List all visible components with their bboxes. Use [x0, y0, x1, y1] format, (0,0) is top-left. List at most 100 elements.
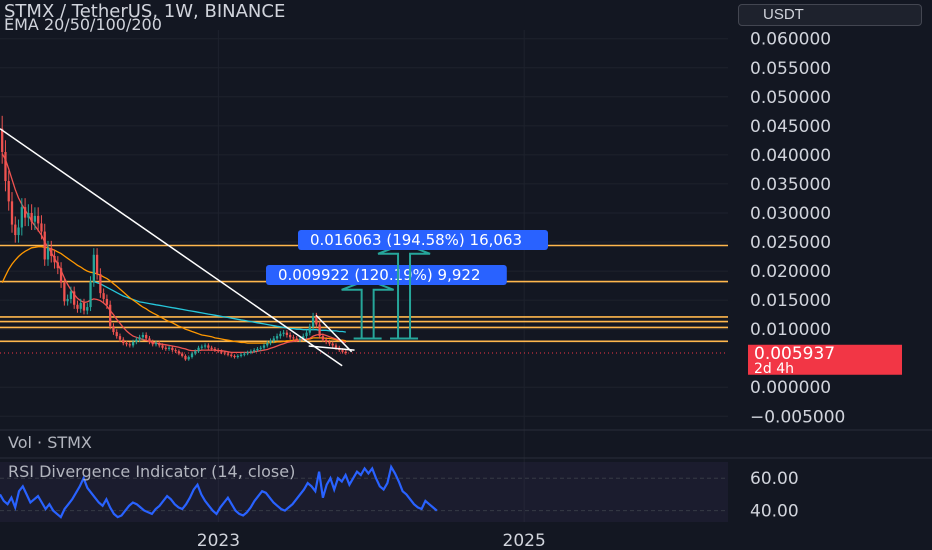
target-label: 0.016063 (194.58%) 16,063 [310, 231, 522, 249]
price-tick-label: 0.035000 [750, 175, 831, 195]
candle [253, 350, 256, 352]
candle [184, 355, 187, 360]
candle [109, 304, 112, 327]
price-tick-label: 0.020000 [750, 262, 831, 282]
candle [167, 347, 171, 349]
candle [331, 343, 334, 346]
candle [311, 316, 315, 327]
candle [69, 291, 73, 299]
candle [315, 316, 318, 325]
candle [53, 255, 56, 263]
candle [145, 334, 148, 339]
candle [131, 341, 135, 346]
candle [341, 350, 344, 352]
candle [158, 343, 161, 346]
price-tick-label: 0.010000 [750, 320, 831, 340]
candle [43, 231, 46, 260]
price-tick-label: 0.050000 [750, 88, 831, 108]
candle [285, 332, 289, 335]
candle [272, 338, 275, 341]
candle [40, 223, 43, 232]
candle [203, 345, 207, 347]
candle [112, 326, 115, 333]
candle [230, 354, 233, 356]
candle [328, 341, 331, 344]
candle [17, 227, 20, 236]
indicator-label: EMA 20/50/100/200 [4, 15, 162, 34]
candle [220, 351, 223, 353]
candle [27, 212, 30, 218]
candle [197, 347, 200, 352]
candle [30, 212, 33, 222]
candle [89, 281, 92, 308]
candle [23, 207, 27, 218]
candle [50, 247, 53, 256]
candle [259, 347, 262, 349]
candle [37, 215, 40, 224]
candle [181, 353, 184, 356]
candle [295, 338, 298, 340]
candle [66, 298, 69, 302]
candle [269, 340, 272, 344]
candle [210, 347, 213, 349]
candle [318, 324, 321, 337]
price-tick-label: 0.045000 [750, 117, 831, 137]
candle [243, 353, 246, 355]
rsi-tick-label: 40.00 [750, 502, 799, 522]
ema100-line [93, 280, 346, 333]
candle [171, 347, 174, 351]
bar-countdown-label: 2d 4h [754, 361, 794, 377]
candle [79, 303, 82, 309]
candle [282, 332, 285, 334]
candle [177, 351, 181, 354]
currency-selector[interactable]: USDT [738, 4, 922, 26]
candle [213, 348, 217, 351]
candle [151, 341, 154, 345]
candle [292, 337, 295, 339]
candle [20, 207, 23, 228]
candle [344, 351, 347, 353]
candle [266, 343, 269, 346]
candle [207, 345, 210, 348]
candle [118, 336, 122, 340]
time-tick-label: 2023 [197, 531, 240, 550]
price-tick-label: −0.005000 [750, 407, 845, 427]
candle [236, 355, 239, 358]
candle [63, 282, 66, 302]
candle [14, 224, 17, 236]
rsi-tick-label: 60.00 [750, 469, 799, 489]
trendline[interactable] [315, 314, 353, 353]
time-tick-label: 2025 [503, 531, 546, 550]
price-tick-label: 0.000000 [750, 378, 831, 398]
candle [102, 293, 105, 299]
volume-pane-label: Vol · STMX [8, 433, 92, 452]
candle [7, 181, 10, 202]
candle [138, 337, 141, 340]
candle [217, 350, 220, 352]
candle [164, 347, 167, 349]
candle [239, 354, 243, 356]
candle [125, 343, 128, 345]
candle [115, 332, 118, 337]
candle [187, 357, 190, 360]
candle [262, 345, 266, 348]
candle [194, 351, 197, 354]
price-tick-label: 0.015000 [750, 291, 831, 311]
candle [148, 338, 151, 342]
candle [289, 334, 292, 338]
candle [275, 336, 279, 339]
candle [246, 352, 249, 354]
candle [161, 345, 164, 348]
candle [190, 353, 194, 358]
candle [334, 345, 338, 348]
price-tick-label: 0.055000 [750, 59, 831, 79]
candle [135, 339, 138, 342]
candle [33, 215, 37, 222]
candle [122, 339, 125, 344]
candle [1, 128, 4, 152]
target-arrow[interactable] [377, 242, 431, 340]
candle [279, 333, 282, 337]
candle [76, 304, 79, 309]
candle [82, 303, 86, 311]
candle [298, 338, 302, 340]
